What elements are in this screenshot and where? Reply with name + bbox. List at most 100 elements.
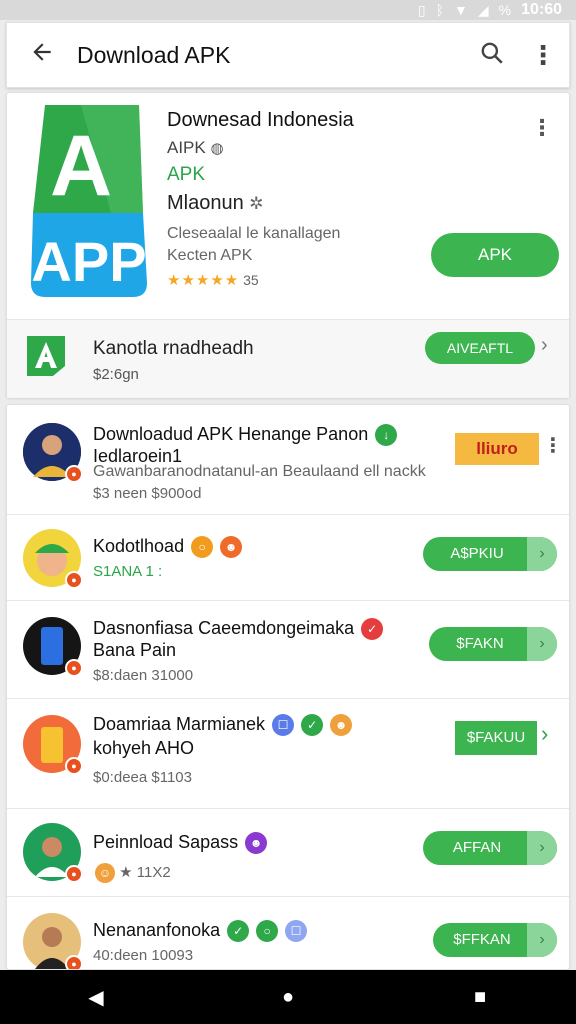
clock-time: 10:60 <box>521 1 562 18</box>
avatar: ● <box>23 823 83 883</box>
recents-square-icon[interactable]: ■ <box>450 986 510 1009</box>
install-label: $FFKAN <box>453 931 511 948</box>
download-icon: ↓ <box>375 424 398 447</box>
status-bar: ▯ ᛒ ▼ ◢ % 10:60 <box>0 0 576 20</box>
list-item[interactable]: ● Kodotlhoad ○ ☻ S1ANA 1 : A$PKIU › <box>7 515 569 601</box>
vibrate-icon: ▯ <box>417 1 426 18</box>
emoji-icon: ☻ <box>330 714 353 737</box>
home-circle-icon[interactable]: ● <box>258 986 318 1009</box>
install-button[interactable]: $FAKUU <box>455 721 537 755</box>
list-item[interactable]: ● Peinnload Sapass ☻ ☺ ★ 11X2 AFFAN › <box>7 809 569 897</box>
app-logo: A APP <box>31 103 149 299</box>
developer-name: Mlaonun <box>167 192 244 214</box>
app-bar: Download APK ⋮ <box>6 22 570 88</box>
avatar: ● <box>23 913 83 969</box>
list-item-desc: Gawanbaranodnatanul-an Beaulaand ell nac… <box>93 463 426 480</box>
list-item-title: Downloadud APK Henange Panon <box>93 424 369 444</box>
star-rating-icon: ★★★★★ <box>167 272 240 289</box>
chevron-right-icon: › <box>527 831 557 865</box>
list-item-title: Dasnonfiasa Caeemdongeimaka <box>93 618 355 638</box>
featured-info: Downesad Indonesia AIPK ◍ APK Mlaonun ✲ … <box>167 109 427 289</box>
install-button[interactable]: AFFAN › <box>423 831 557 865</box>
featured-app-card[interactable]: A APP Downesad Indonesia AIPK ◍ APK Mlao… <box>6 92 570 398</box>
settings-icon: ✲ <box>249 194 264 213</box>
system-nav-bar: ◀ ● ■ <box>0 970 576 1024</box>
list-item-price: $8:daen 31000 <box>93 667 194 684</box>
badge-icon: ● <box>65 465 83 483</box>
list-item-price: $3 neen $900od <box>93 485 202 502</box>
app-icon <box>23 332 69 378</box>
list-item-price: 40:deen 10093 <box>93 947 194 964</box>
bluetooth-icon: ᛒ <box>435 2 444 18</box>
emoji-icon: ☻ <box>220 536 243 559</box>
alert-icon: ✓ <box>361 618 384 641</box>
list-item[interactable]: ● Dasnonfiasa Caeemdongeimaka ✓ Bana Pai… <box>7 601 569 699</box>
list-item[interactable]: ● Downloadud APK Henange Panon ↓ Iedlaro… <box>7 405 569 515</box>
related-app-row[interactable]: Kanotla rnadheadh $2:6gn AIVEAFTL › <box>7 320 569 398</box>
install-label: $FAKN <box>456 635 504 652</box>
chevron-right-icon: › <box>527 627 557 661</box>
search-icon[interactable] <box>467 40 517 71</box>
list-item-price: $0:deea $1103 <box>93 769 192 786</box>
more-vert-icon[interactable]: ⋮ <box>531 115 553 141</box>
related-app-price: $2:6gn <box>93 366 139 383</box>
more-vert-icon[interactable]: ⋮ <box>517 40 569 71</box>
list-item-title: Nenananfonoka <box>93 920 221 940</box>
badge-icon: ● <box>65 571 83 589</box>
featured-desc-line1: Cleseaalal le kanallagen <box>167 225 341 242</box>
install-button[interactable]: AIVEAFTL <box>425 332 535 364</box>
chevron-right-icon: › <box>527 537 557 571</box>
check-icon: ✓ <box>301 714 324 737</box>
check-icon: ✓ <box>227 920 250 943</box>
battery-icon: % <box>498 2 512 18</box>
app-list: ● Downloadud APK Henange Panon ↓ Iedlaro… <box>6 404 570 970</box>
chat-icon: ☐ <box>285 920 308 943</box>
avatar: ● <box>23 529 83 589</box>
badge-icon: ● <box>65 659 83 677</box>
list-item-subtitle: kohyeh AHO <box>93 738 195 758</box>
rating-text: ★ 11X2 <box>119 864 171 881</box>
chat-icon: ☐ <box>272 714 295 737</box>
back-triangle-icon[interactable]: ◀ <box>66 985 126 1010</box>
featured-desc-line2: Kecten APK <box>167 247 253 264</box>
logo-word: APP <box>31 230 146 293</box>
logo-letter: A <box>50 118 112 214</box>
circle-icon: ○ <box>256 920 279 943</box>
emoji-icon: ☻ <box>245 832 268 855</box>
list-item-title: Peinnload Sapass <box>93 832 239 852</box>
avatar: ● <box>23 423 83 483</box>
coin-icon: ☺ <box>95 863 115 884</box>
signal-icon: ◢ <box>477 1 489 18</box>
avatar: ● <box>23 715 83 775</box>
list-item-title: Kodotlhoad <box>93 536 185 556</box>
install-label: A$PKIU <box>450 545 504 562</box>
badge-icon: ● <box>65 955 83 969</box>
avatar: ● <box>23 617 83 677</box>
related-app-title: Kanotla rnadheadh <box>93 338 254 359</box>
rating-count: 35 <box>243 272 259 288</box>
list-item[interactable]: ● Nenananfonoka ✓ ○ ☐ 40:deen 10093 $FFK… <box>7 897 569 969</box>
install-label: AFFAN <box>452 839 502 856</box>
wifi-icon: ▼ <box>453 2 468 18</box>
chevron-right-icon[interactable]: › <box>541 721 548 747</box>
install-button[interactable]: A$PKIU › <box>423 537 557 571</box>
list-item-title: Doamriaa Marmianek <box>93 714 266 734</box>
rating: ★★★★★ 35 <box>167 271 427 289</box>
install-button[interactable]: APK <box>431 233 559 277</box>
arrow-left-icon[interactable] <box>7 39 77 72</box>
globe-icon: ◍ <box>210 140 224 157</box>
install-button[interactable]: $FAKN › <box>429 627 557 661</box>
list-item-meta: S1ANA 1 : <box>93 563 163 580</box>
coin-icon: ○ <box>191 536 214 559</box>
featured-apk-label: APK <box>167 164 206 185</box>
promo-badge[interactable]: lliuro <box>455 433 539 465</box>
install-button[interactable]: $FFKAN › <box>433 923 557 957</box>
list-item[interactable]: ● Doamriaa Marmianek ☐ ✓ ☻ kohyeh AHO $0… <box>7 699 569 809</box>
list-item-subtitle: Bana Pain <box>93 640 177 660</box>
featured-line2: AIPK <box>167 138 206 157</box>
badge-icon: ● <box>65 757 83 775</box>
featured-app-name: Downesad Indonesia <box>167 109 354 131</box>
more-vert-icon[interactable]: ⋮ <box>543 433 563 458</box>
badge-icon: ● <box>65 865 83 883</box>
chevron-right-icon[interactable]: › <box>541 334 548 357</box>
